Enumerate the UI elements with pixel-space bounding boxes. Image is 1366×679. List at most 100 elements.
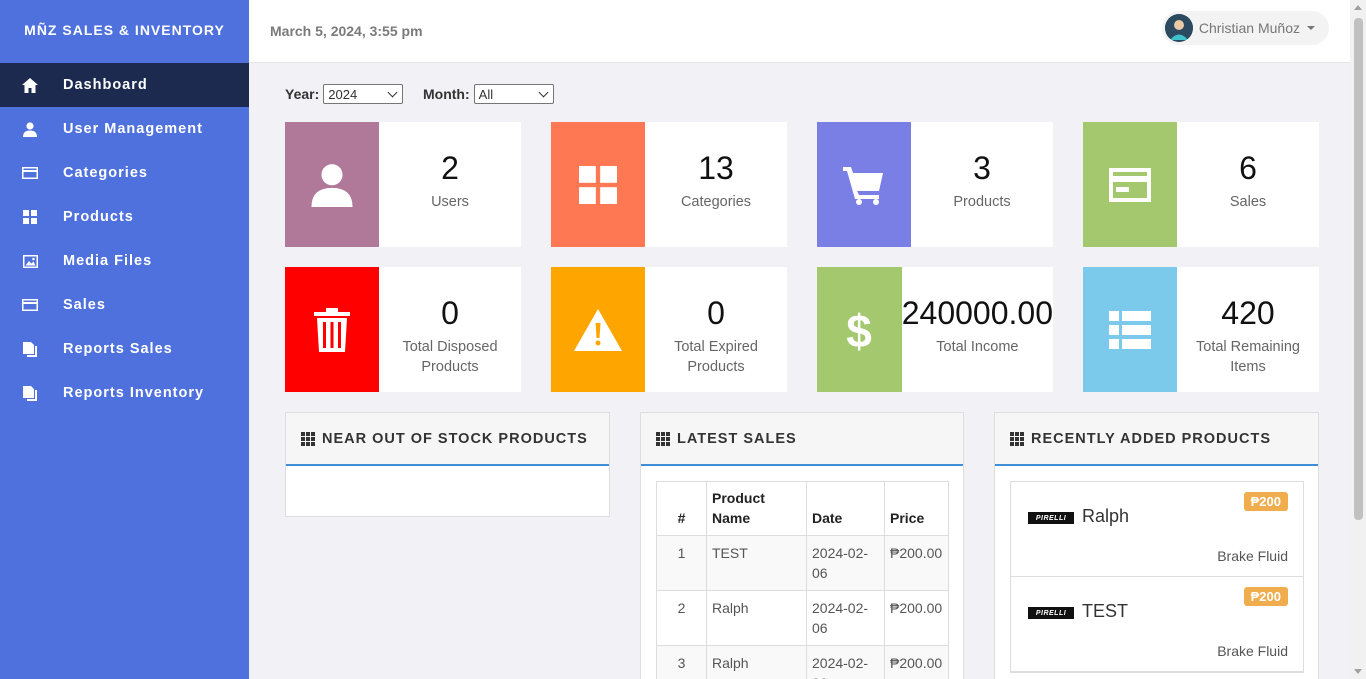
user-menu[interactable]: Christian Muñoz: [1161, 11, 1329, 45]
sidebar-item-reports-sales[interactable]: Reports Sales: [0, 327, 249, 371]
stat-card-categories: 13 Categories: [551, 122, 787, 247]
stat-card-total-remaining-items: 420 Total Remaining Items: [1083, 267, 1319, 392]
product-category: Brake Fluid: [1217, 643, 1288, 659]
panel-title: RECENTLY ADDED PRODUCTS: [1031, 430, 1271, 447]
stat-card-products: 3 Products: [817, 122, 1053, 247]
stat-card-users: 2 Users: [285, 122, 521, 247]
table-cell: 3: [656, 645, 707, 679]
credit-card-icon: [21, 165, 39, 181]
stat-value: 2: [441, 150, 459, 186]
stat-label: Total Disposed Products: [402, 339, 498, 375]
stat-card-total-expired-products: 0 Total Expired Products: [551, 267, 787, 392]
product-logo: PIRELLI: [1028, 512, 1074, 524]
table-cell: Ralph: [706, 590, 807, 646]
stat-label: Total Remaining Items: [1196, 339, 1300, 375]
sidebar-item-label: Products: [63, 209, 134, 225]
column-header: Product Name: [706, 481, 807, 536]
stat-label: Total Expired Products: [674, 339, 758, 375]
brand-title[interactable]: MÑZ SALES & INVENTORY: [0, 0, 249, 63]
column-header: #: [656, 481, 707, 536]
panel-header: RECENTLY ADDED PRODUCTS: [995, 413, 1318, 466]
warning-icon: [551, 267, 645, 392]
sidebar-item-label: User Management: [63, 121, 203, 137]
product-category: Brake Fluid: [1217, 548, 1288, 564]
table-cell: 2024-02-06: [806, 645, 885, 679]
panel-title: LATEST SALES: [677, 430, 797, 447]
th-icon: [656, 431, 670, 446]
chevron-down-icon: [387, 87, 398, 98]
month-filter: Month: All: [423, 84, 554, 104]
price-badge: ₱200: [1243, 492, 1288, 511]
list-item[interactable]: PIRELLI Ralph ₱200 Brake Fluid: [1011, 482, 1303, 577]
scroll-thumb[interactable]: [1354, 18, 1363, 520]
product-name[interactable]: Ralph: [1082, 506, 1129, 527]
avatar: [1164, 14, 1193, 42]
sidebar-item-label: Sales: [63, 297, 106, 313]
sidebar-item-label: Reports Sales: [63, 341, 173, 357]
panel-title: NEAR OUT OF STOCK PRODUCTS: [322, 430, 588, 447]
sidebar-item-label: Reports Inventory: [63, 385, 205, 401]
column-header: Date: [806, 481, 885, 536]
product-name[interactable]: TEST: [1082, 601, 1128, 622]
th-icon: [301, 431, 315, 446]
list-item[interactable]: PIRELLI TEST ₱200 Brake Fluid: [1011, 577, 1303, 672]
stat-label: Categories: [680, 194, 752, 210]
sidebar-item-user-management[interactable]: User Management: [0, 107, 249, 151]
table-cell: 2: [656, 590, 707, 646]
svg-text:$: $: [847, 307, 873, 353]
sidebar-item-label: Categories: [63, 165, 148, 181]
user-name: Christian Muñoz: [1198, 20, 1300, 36]
sidebar-item-sales[interactable]: Sales: [0, 283, 249, 327]
recent-products-list: PIRELLI Ralph ₱200 Brake Fluid PIRELLI TEST ₱2…: [1010, 481, 1304, 673]
table-cell: 2024-02-06: [806, 535, 885, 591]
stat-value: 13: [698, 150, 734, 186]
year-filter: Year: 2024: [285, 84, 404, 104]
month-select-value: All: [478, 86, 494, 102]
chevron-down-icon: [538, 87, 549, 98]
stat-label: Sales: [1229, 194, 1267, 210]
table-cell: 1: [656, 535, 707, 591]
month-label: Month:: [423, 86, 470, 102]
th-icon: [1010, 431, 1024, 446]
latest-sales-table: # Product Name Date Price 1 TEST 2024-02-0…: [656, 481, 949, 679]
copy-icon: [21, 385, 39, 401]
stat-value: 6: [1239, 150, 1257, 186]
stat-label: Products: [953, 194, 1011, 210]
scroll-up-arrow-icon[interactable]: [1354, 5, 1362, 10]
trash-icon: [285, 267, 379, 392]
stat-card-total-disposed-products: 0 Total Disposed Products: [285, 267, 521, 392]
list-icon: [1083, 267, 1177, 392]
month-select[interactable]: All: [473, 84, 554, 104]
stat-card-total-income: $240000.00 Total Income: [817, 267, 1053, 392]
sidebar-item-reports-inventory[interactable]: Reports Inventory: [0, 371, 249, 415]
table-header-row: # Product Name Date Price: [656, 481, 949, 536]
near-out-of-stock-panel: NEAR OUT OF STOCK PRODUCTS: [285, 412, 610, 517]
sidebar-item-categories[interactable]: Categories: [0, 151, 249, 195]
dollar-icon: $: [817, 267, 902, 392]
sidebar-item-label: Media Files: [63, 253, 153, 269]
table-row: 2 Ralph 2024-02-06 ₱200.00: [656, 590, 949, 646]
credit-card-icon: [1083, 122, 1177, 247]
caret-down-icon: [1307, 26, 1315, 30]
sidebar-item-products[interactable]: Products: [0, 195, 249, 239]
sidebar-item-media-files[interactable]: Media Files: [0, 239, 249, 283]
latest-sales-panel: LATEST SALES # Product Name Date Price 1…: [640, 412, 964, 679]
home-icon: [21, 77, 39, 93]
year-select[interactable]: 2024: [323, 84, 404, 104]
sidebar-item-dashboard[interactable]: Dashboard: [0, 63, 249, 107]
price-badge: ₱200: [1243, 587, 1288, 606]
recently-added-products-panel: RECENTLY ADDED PRODUCTS PIRELLI Ralph ₱200…: [994, 412, 1319, 679]
user-icon: [21, 121, 39, 137]
page-scrollbar[interactable]: [1350, 0, 1366, 679]
table-cell: ₱200.00: [884, 535, 949, 591]
current-datetime: March 5, 2024, 3:55 pm: [270, 23, 423, 39]
table-cell: ₱200.00: [884, 590, 949, 646]
table-cell: TEST: [706, 535, 807, 591]
top-header: March 5, 2024, 3:55 pm Christian Muñoz: [249, 0, 1350, 63]
grid-icon: [551, 122, 645, 247]
stat-value: 240000.00: [901, 295, 1053, 331]
stat-value: 0: [441, 295, 459, 331]
stat-value: 3: [973, 150, 991, 186]
scroll-down-arrow-icon[interactable]: [1354, 669, 1362, 674]
shopping-cart-icon: [817, 122, 911, 247]
